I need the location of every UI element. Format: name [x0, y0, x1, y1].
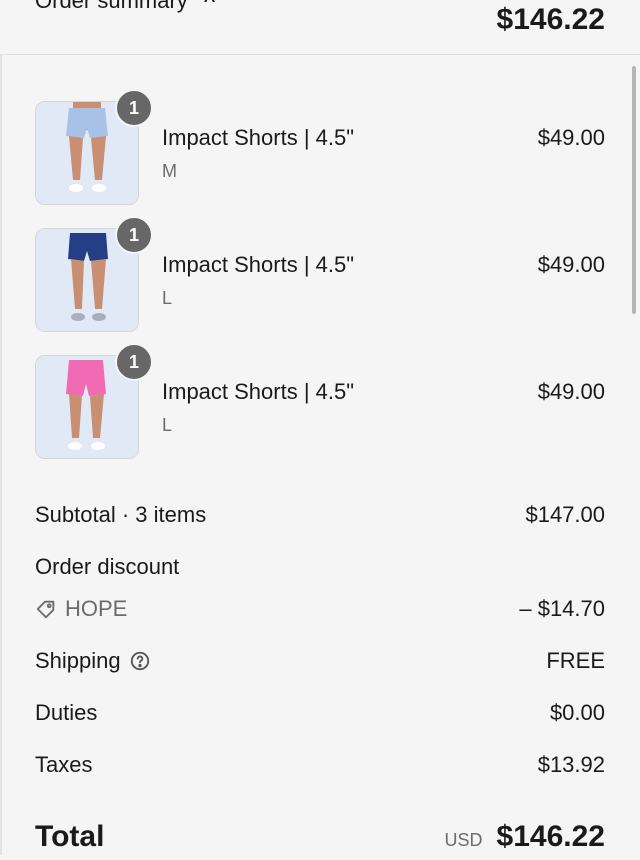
taxes-label: Taxes	[35, 752, 93, 777]
header-total: $146.22	[496, 3, 605, 36]
item-variant: M	[162, 161, 177, 181]
discount-amount: – $14.70	[519, 596, 605, 621]
shipping-value: FREE	[546, 648, 605, 673]
total-amount: $146.22	[496, 820, 605, 853]
line-item: 1 Impact Shorts | 4.5" L $49.00	[0, 343, 640, 459]
subtotal-label: Subtotal · 3 items	[35, 502, 207, 527]
quantity-badge: 1	[115, 89, 153, 127]
chevron-up-icon: ^	[203, 0, 216, 12]
subtotal-row: Subtotal · 3 items $147.00	[35, 502, 605, 532]
quantity-badge: 1	[115, 216, 153, 254]
duties-label: Duties	[35, 700, 98, 725]
total-row: Total USD $146.22	[35, 820, 605, 860]
help-circle-icon[interactable]	[129, 650, 151, 672]
discount-code-row: HOPE – $14.70	[35, 596, 605, 626]
item-price: $49.00	[537, 379, 605, 404]
order-summary-toggle-label: Order summary	[35, 0, 188, 13]
shipping-row: Shipping FREE	[35, 648, 605, 678]
item-variant: L	[162, 288, 173, 308]
item-name: Impact Shorts | 4.5"	[162, 252, 355, 277]
order-summary-toggle[interactable]: Order summary ^	[35, 0, 215, 14]
taxes-value: $13.92	[537, 752, 605, 777]
item-name: Impact Shorts | 4.5"	[162, 379, 355, 404]
item-price: $49.00	[537, 125, 605, 150]
shipping: Shipping	[35, 648, 151, 674]
subtotal-value: $147.00	[525, 502, 605, 527]
item-price: $49.00	[537, 252, 605, 277]
total-label: Total	[35, 820, 105, 853]
discount-code: HOPE	[35, 596, 127, 622]
item-variant: L	[162, 415, 173, 435]
discount-row: Order discount	[35, 554, 605, 584]
item-name: Impact Shorts | 4.5"	[162, 125, 355, 150]
tag-icon	[36, 600, 55, 619]
discount-code-text: HOPE	[65, 596, 128, 621]
line-item: 1 Impact Shorts | 4.5" L $49.00	[0, 216, 640, 332]
shipping-label: Shipping	[35, 648, 121, 673]
line-item: 1 Impact Shorts | 4.5" M $49.00	[0, 89, 640, 205]
duties-value: $0.00	[549, 700, 605, 725]
total-amount-group: USD $146.22	[445, 820, 605, 854]
order-summary-header: Order summary ^ $146.22	[0, 0, 640, 55]
currency-code: USD	[444, 830, 483, 850]
discount-label: Order discount	[35, 554, 180, 579]
duties-row: Duties $0.00	[35, 700, 605, 730]
taxes-row: Taxes $13.92	[35, 752, 605, 782]
quantity-badge: 1	[115, 343, 153, 381]
